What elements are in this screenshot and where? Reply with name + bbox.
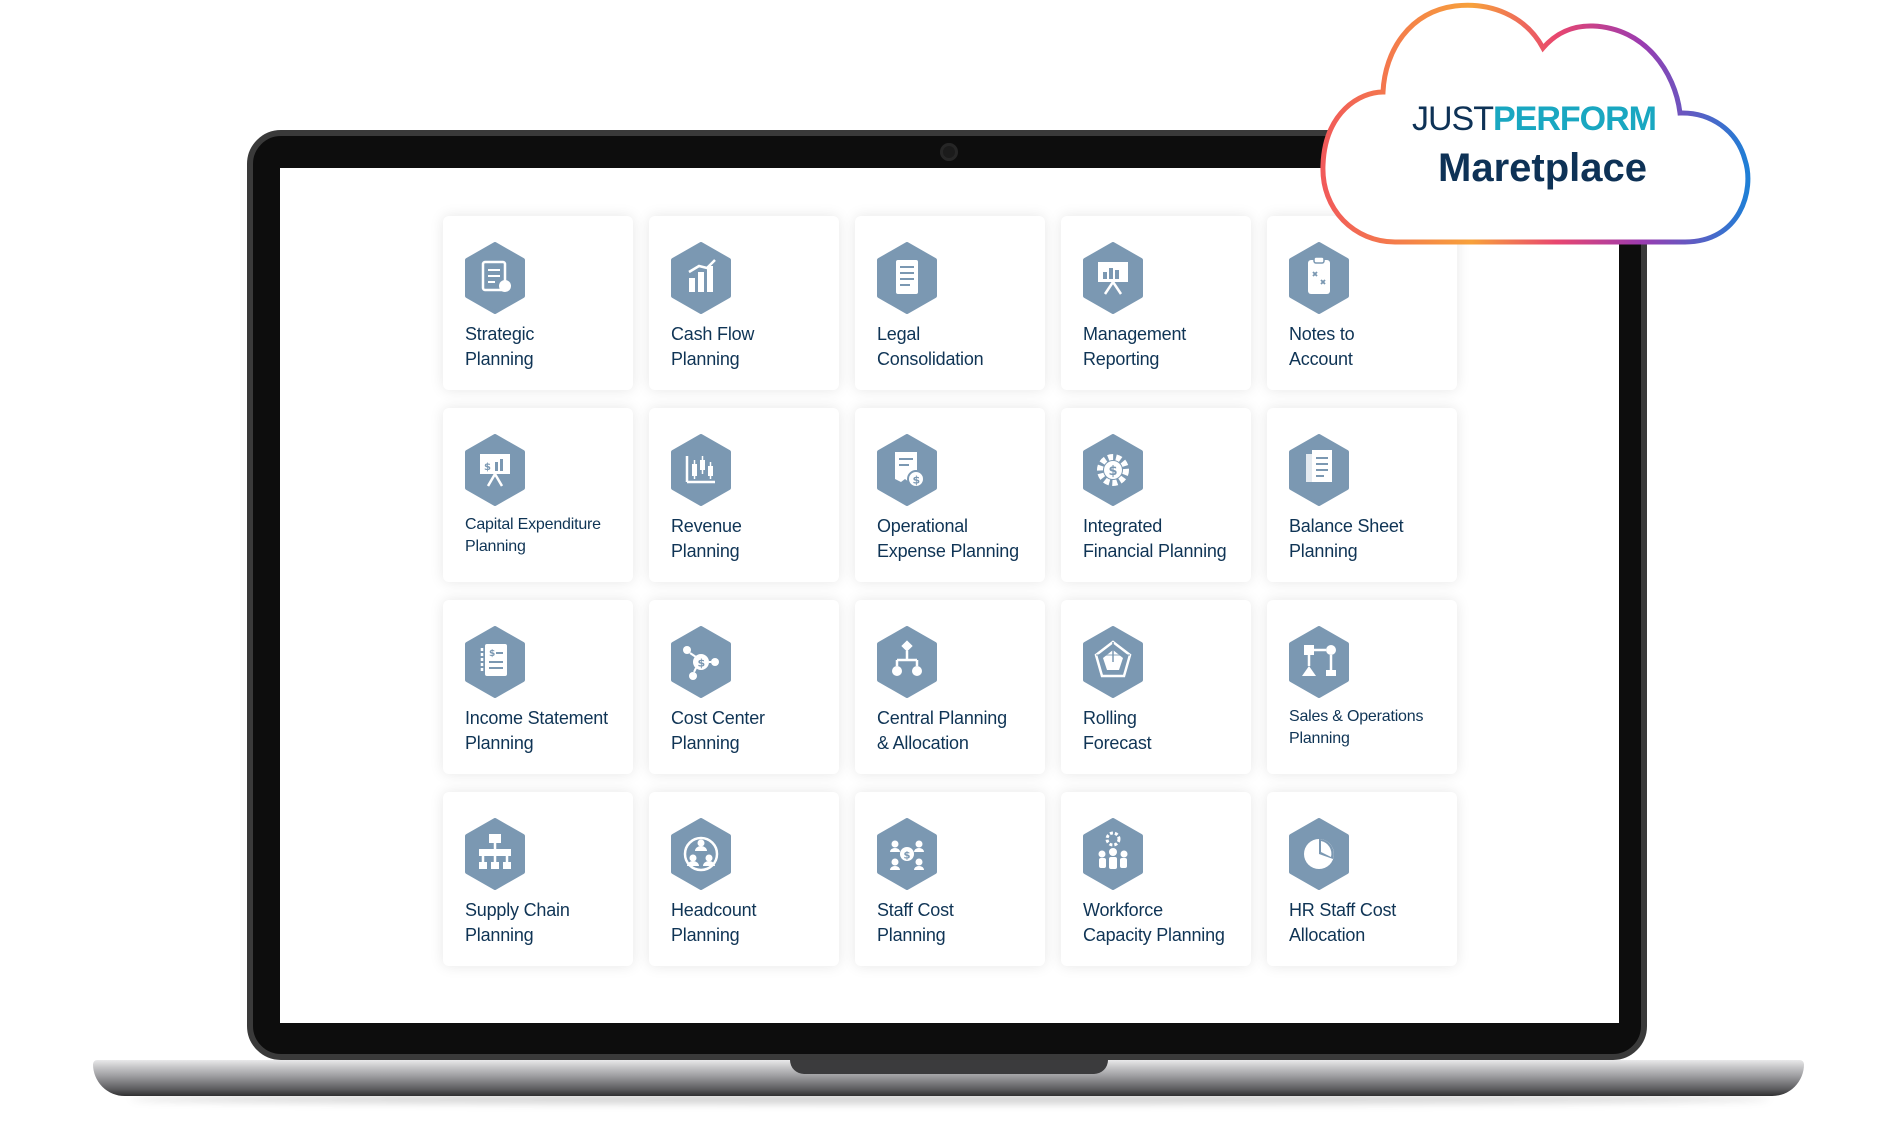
module-tile-staff-cost-planning[interactable]: $ Staff Cost Planning [855, 792, 1045, 966]
tile-label: Cost Center Planning [671, 708, 765, 753]
module-grid: Strategic Planning Cash Flow Planning Lega… [443, 216, 1457, 966]
module-tile-management-reporting[interactable]: Management Reporting [1061, 216, 1251, 390]
tile-label: Strategic Planning [465, 324, 535, 369]
org-chart-icon [465, 818, 525, 890]
module-tile-capital-expenditure-planning[interactable]: $ Capital Expenditure Planning [443, 408, 633, 582]
module-tile-income-statement-planning[interactable]: $ Income Statement Planning [443, 600, 633, 774]
tile-label: Central Planning & Allocation [877, 708, 1007, 753]
svg-text:$: $ [489, 649, 495, 659]
pie-chart-icon [1289, 818, 1349, 890]
flow-nodes-icon [1289, 626, 1349, 698]
tile-label: Management Reporting [1083, 324, 1187, 369]
tile-label: Revenue Planning [671, 516, 742, 561]
receipt-dollar-icon: $ [877, 434, 937, 506]
svg-text:$: $ [904, 851, 911, 862]
cost-network-icon: $ [671, 626, 731, 698]
gear-dollar-icon: $ [1083, 434, 1143, 506]
brand-subtitle: Maretplace [1438, 146, 1647, 190]
tile-label: Headcount Planning [671, 900, 757, 945]
brand-logo: JUSTPERFORM [1412, 100, 1657, 138]
candlestick-chart-icon [671, 434, 731, 506]
module-tile-headcount-planning[interactable]: Headcount Planning [649, 792, 839, 966]
bar-chart-up-icon [671, 242, 731, 314]
hierarchy-icon [877, 626, 937, 698]
module-tile-workforce-capacity-planning[interactable]: Workforce Capacity Planning [1061, 792, 1251, 966]
strategy-checklist-icon [465, 242, 525, 314]
module-tile-legal-consolidation[interactable]: Legal Consolidation [855, 216, 1045, 390]
radar-chart-icon [1083, 626, 1143, 698]
module-tile-cost-center-planning[interactable]: $ Cost Center Planning [649, 600, 839, 774]
tile-label: Cash Flow Planning [671, 324, 755, 369]
tile-label: Balance Sheet Planning [1289, 516, 1404, 561]
tile-label: Legal Consolidation [877, 324, 984, 369]
module-tile-central-planning-allocation[interactable]: Central Planning & Allocation [855, 600, 1045, 774]
balance-sheet-icon [1289, 434, 1349, 506]
svg-text:$: $ [484, 462, 491, 473]
clipboard-notes-icon [1289, 242, 1349, 314]
tile-label: Staff Cost Planning [877, 900, 954, 945]
people-group-icon [671, 818, 731, 890]
module-tile-strategic-planning[interactable]: Strategic Planning [443, 216, 633, 390]
tile-label: Workforce Capacity Planning [1083, 900, 1225, 945]
tile-label: Capital Expenditure Planning [465, 516, 601, 555]
tile-label: HR Staff Cost Allocation [1289, 900, 1397, 945]
laptop-notch [790, 1060, 1108, 1074]
capex-board-icon: $ [465, 434, 525, 506]
module-tile-supply-chain-planning[interactable]: Supply Chain Planning [443, 792, 633, 966]
module-tile-balance-sheet-planning[interactable]: Balance Sheet Planning [1267, 408, 1457, 582]
income-statement-icon: $ [465, 626, 525, 698]
tile-label: Income Statement Planning [465, 708, 608, 753]
presentation-board-icon [1083, 242, 1143, 314]
module-tile-revenue-planning[interactable]: Revenue Planning [649, 408, 839, 582]
svg-text:$: $ [913, 474, 921, 487]
module-tile-hr-staff-cost-allocation[interactable]: HR Staff Cost Allocation [1267, 792, 1457, 966]
tile-label: Notes to Account [1289, 324, 1355, 369]
tile-label: Operational Expense Planning [877, 516, 1019, 561]
tile-label: Sales & Operations Planning [1289, 708, 1424, 747]
tile-label: Supply Chain Planning [465, 900, 570, 945]
tile-label: Rolling Forecast [1083, 708, 1152, 753]
webcam [940, 143, 958, 161]
module-tile-rolling-forecast[interactable]: Rolling Forecast [1061, 600, 1251, 774]
staff-cost-icon: $ [877, 818, 937, 890]
module-tile-cash-flow-planning[interactable]: Cash Flow Planning [649, 216, 839, 390]
svg-text:$: $ [698, 657, 706, 670]
tile-label: Integrated Financial Planning [1083, 516, 1227, 561]
svg-text:$: $ [1109, 464, 1118, 479]
workforce-icon [1083, 818, 1143, 890]
module-tile-sales-operations-planning[interactable]: Sales & Operations Planning [1267, 600, 1457, 774]
document-icon [877, 242, 937, 314]
module-tile-integrated-financial-planning[interactable]: $ Integrated Financial Planning [1061, 408, 1251, 582]
module-tile-operational-expense-planning[interactable]: $ Operational Expense Planning [855, 408, 1045, 582]
